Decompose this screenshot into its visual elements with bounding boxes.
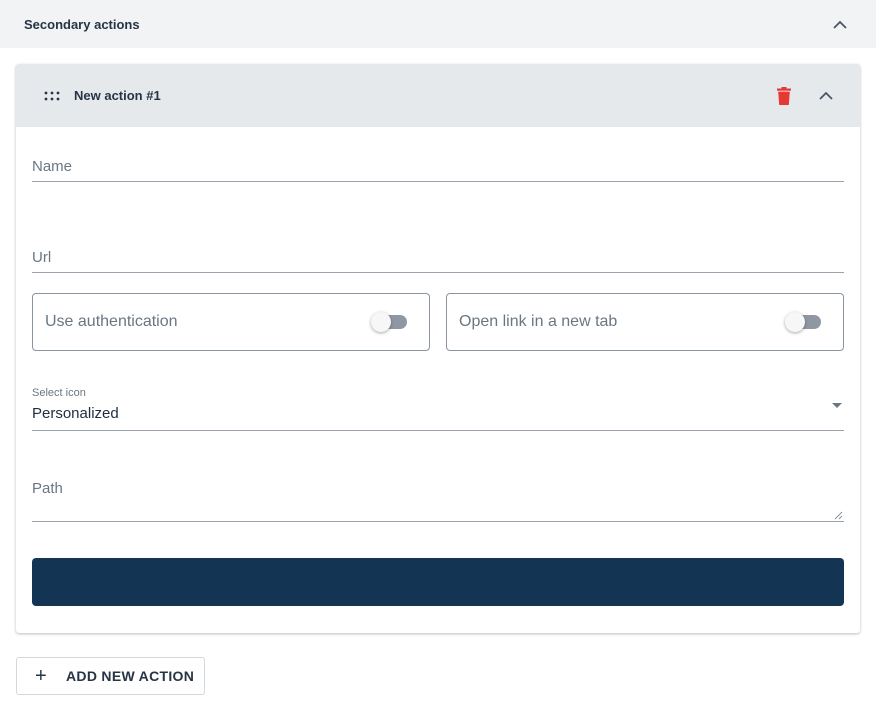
name-label: Name <box>32 158 73 175</box>
select-icon-value: Personalized <box>32 405 119 422</box>
open-new-tab-box: Open link in a new tab <box>446 293 844 351</box>
select-icon-dropdown[interactable]: Select icon Personalized <box>32 382 844 431</box>
use-authentication-toggle[interactable] <box>371 312 409 332</box>
toggle-thumb <box>371 312 391 332</box>
resize-grip-icon[interactable] <box>833 507 843 520</box>
add-new-action-button[interactable]: + ADD NEW ACTION <box>16 657 205 695</box>
name-field[interactable]: Name <box>32 147 844 182</box>
select-icon-label: Select icon <box>32 387 86 399</box>
plus-icon: + <box>35 665 47 687</box>
secondary-actions-header[interactable]: Secondary actions <box>0 0 876 48</box>
dropdown-arrow-icon <box>832 403 842 408</box>
trash-icon[interactable] <box>770 82 798 110</box>
toggle-thumb <box>785 312 805 332</box>
path-label: Path <box>32 480 63 497</box>
action-card-header[interactable]: New action #1 <box>16 64 860 127</box>
url-label: Url <box>32 249 52 266</box>
action-title: New action #1 <box>74 88 161 103</box>
section-title: Secondary actions <box>24 16 140 32</box>
chevron-up-icon[interactable] <box>828 12 852 36</box>
add-new-action-label: ADD NEW ACTION <box>66 668 195 684</box>
path-field[interactable]: Path <box>32 469 844 522</box>
chevron-up-icon[interactable] <box>814 84 838 108</box>
use-authentication-label: Use authentication <box>45 313 178 330</box>
action-card: New action #1 Name Url Use authenticatio… <box>16 64 860 633</box>
use-authentication-box: Use authentication <box>32 293 430 351</box>
url-field[interactable]: Url <box>32 238 844 273</box>
open-new-tab-label: Open link in a new tab <box>459 313 618 330</box>
drag-handle-icon[interactable] <box>42 86 62 106</box>
open-new-tab-toggle[interactable] <box>785 312 823 332</box>
save-action-button[interactable] <box>32 558 844 606</box>
